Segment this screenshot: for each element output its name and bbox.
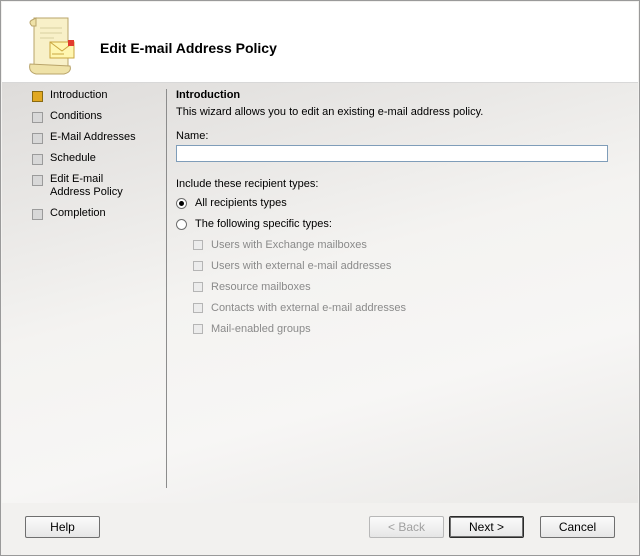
checkbox-exchange-mailboxes[interactable]: Users with Exchange mailboxes [193, 239, 367, 251]
wizard-title: Edit E-mail Address Policy [100, 40, 277, 56]
wizard-header: Edit E-mail Address Policy [2, 2, 638, 83]
checkbox-mail-enabled-groups[interactable]: Mail-enabled groups [193, 323, 311, 335]
step-indicator-icon [32, 112, 43, 123]
name-input[interactable] [176, 145, 608, 162]
checkbox-label: Resource mailboxes [211, 281, 311, 293]
step-label: Conditions [50, 110, 102, 122]
step-indicator-icon [32, 209, 43, 220]
checkbox-label: Contacts with external e-mail addresses [211, 302, 407, 314]
step-indicator-icon [32, 133, 43, 144]
checkbox-external-email-users[interactable]: Users with external e-mail addresses [193, 260, 391, 272]
checkbox-label: Mail-enabled groups [211, 323, 311, 335]
step-indicator-icon [32, 91, 43, 102]
step-email-addresses: E-Mail Addresses [32, 131, 136, 149]
step-indicator-icon [32, 154, 43, 165]
step-label: Schedule [50, 152, 96, 164]
radio-button[interactable] [176, 218, 187, 230]
section-title: Introduction [176, 89, 241, 101]
step-indicator-icon [32, 175, 43, 186]
step-label: Introduction [50, 89, 108, 101]
radio-specific-types[interactable]: The following specific types: [176, 218, 332, 230]
checkbox-label: Users with external e-mail addresses [211, 260, 392, 272]
checkbox-label: Users with Exchange mailboxes [211, 239, 367, 251]
step-introduction: Introduction [32, 89, 107, 107]
step-label: Edit E-mail Address Policy [50, 173, 123, 198]
help-button[interactable]: Help [25, 516, 100, 538]
checkbox-box[interactable] [193, 261, 203, 271]
checkbox-contacts-external[interactable]: Contacts with external e-mail addresses [193, 302, 406, 314]
radio-label: All recipients types [195, 197, 287, 209]
checkbox-box[interactable] [193, 324, 203, 334]
next-button[interactable]: Next > [449, 516, 524, 538]
step-conditions: Conditions [32, 110, 102, 128]
include-types-label: Include these recipient types: [176, 178, 319, 190]
checkbox-resource-mailboxes[interactable]: Resource mailboxes [193, 281, 311, 293]
divider [166, 89, 167, 488]
section-description: This wizard allows you to edit an existi… [176, 106, 484, 118]
checkbox-box[interactable] [193, 303, 203, 313]
radio-button-checked[interactable] [176, 197, 187, 209]
step-completion: Completion [32, 207, 106, 225]
step-schedule: Schedule [32, 152, 96, 170]
checkbox-box[interactable] [193, 240, 203, 250]
wizard-window: Edit E-mail Address Policy Introduction … [0, 0, 640, 556]
back-button[interactable]: < Back [369, 516, 444, 538]
radio-label: The following specific types: [195, 218, 332, 230]
name-label: Name: [176, 130, 209, 142]
checkbox-box[interactable] [193, 282, 203, 292]
step-label: E-Mail Addresses [50, 131, 136, 143]
step-label: Completion [50, 207, 106, 219]
step-edit-policy: Edit E-mail Address Policy [32, 173, 137, 198]
cancel-button[interactable]: Cancel [540, 516, 615, 538]
radio-all-recipients[interactable]: All recipients types [176, 197, 287, 209]
scroll-email-icon [29, 17, 75, 75]
